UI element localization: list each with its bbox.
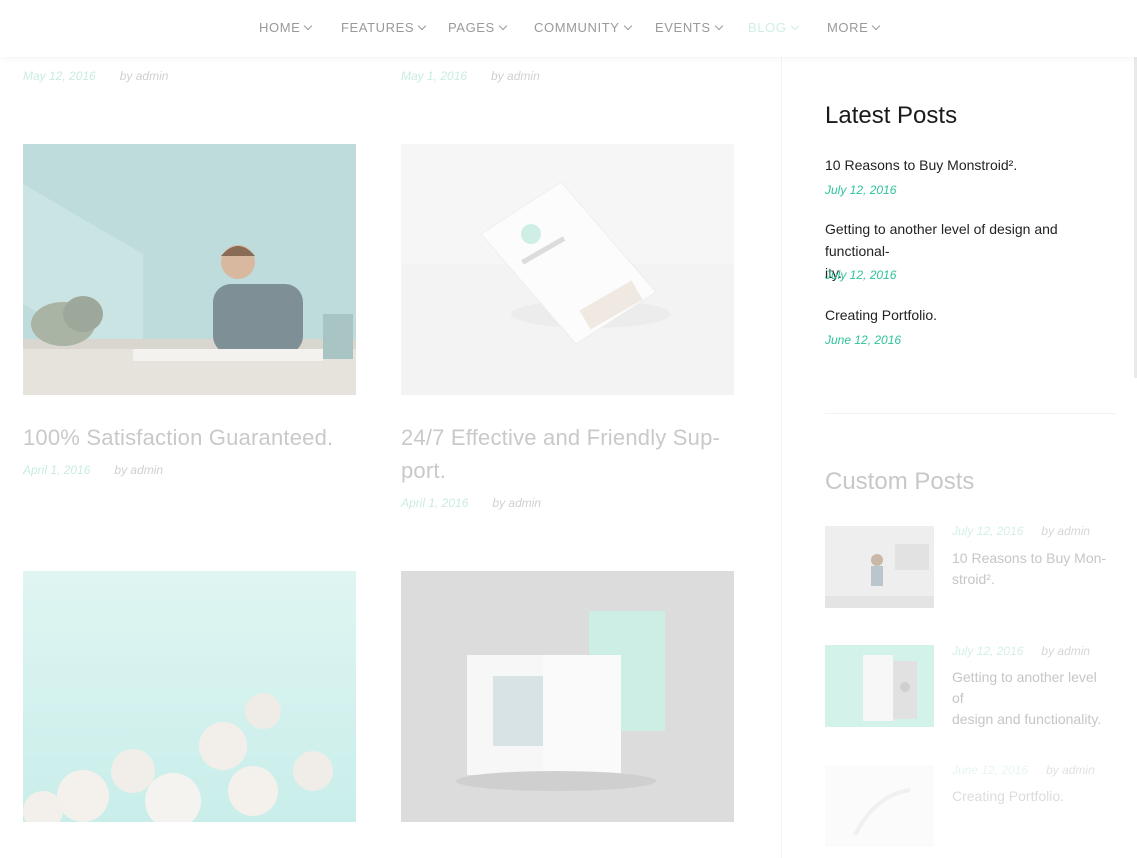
custom-post-title-line: Getting to another level of [952, 669, 1097, 706]
thumbnail-image [825, 645, 934, 727]
sidebar-divider [825, 413, 1115, 414]
chevron-down-icon [417, 21, 427, 31]
custom-post-thumbnail[interactable] [825, 526, 934, 608]
custom-post-title-line: stroid². [952, 571, 995, 587]
chevron-down-icon [714, 21, 723, 31]
nav-item-features[interactable]: FEATURES [341, 20, 427, 35]
custom-post-meta: July 12, 2016 by admin [952, 524, 1090, 538]
post-image-sky-flowers[interactable] [23, 571, 356, 822]
post-title-line: 24/7 Effective and Friendly Sup- [401, 425, 721, 450]
chevron-down-icon [790, 21, 799, 31]
post-date[interactable]: April 1, 2016 [401, 496, 468, 510]
nav-item-label: BLOG [748, 20, 787, 35]
custom-post-author[interactable]: by admin [1041, 524, 1090, 538]
nav-item-more[interactable]: MORE [827, 20, 881, 35]
custom-post-title-line: Creating Portfolio. [952, 788, 1065, 804]
custom-post-thumbnail[interactable] [825, 645, 934, 727]
post-image [23, 144, 356, 395]
custom-post-date[interactable]: July 12, 2016 [952, 644, 1023, 658]
nav-item-label: HOME [259, 20, 301, 35]
nav-item-blog[interactable]: BLOG [748, 20, 799, 35]
latest-post-date[interactable]: July 12, 2016 [825, 183, 896, 197]
post-image [401, 571, 734, 822]
custom-posts-heading: Custom Posts [825, 468, 975, 495]
latest-post-link[interactable]: Creating Portfolio. [825, 304, 1115, 326]
top-navigation: HOME FEATURES PAGES COMMUNITY EVENTS BLO… [0, 0, 1137, 57]
latest-posts-heading: Latest Posts [825, 102, 958, 129]
post-title-text: 100% Satisfaction Guaranteed. [23, 425, 334, 450]
sidebar: Latest Posts 10 Reasons to Buy Monstroid… [825, 0, 1115, 858]
post-title[interactable]: 24/7 Effective and Friendly Sup- port. [401, 421, 741, 487]
post-meta: April 1, 2016 by admin [23, 463, 163, 477]
nav-item-community[interactable]: COMMUNITY [534, 20, 632, 35]
post-meta: April 1, 2016 by admin [401, 496, 541, 510]
custom-post-author[interactable]: by admin [1041, 644, 1090, 658]
post-title-line: port. [401, 458, 447, 483]
custom-post-title-line: design and functionality. [952, 711, 1102, 727]
chevron-down-icon [304, 21, 313, 31]
nav-item-label: EVENTS [655, 20, 711, 35]
post-author[interactable]: by admin [491, 69, 540, 83]
post-date[interactable]: May 1, 2016 [401, 69, 467, 83]
custom-post-thumbnail[interactable] [825, 765, 934, 847]
latest-post-title-line: Getting to another level of design and f… [825, 221, 1058, 259]
post-image [23, 571, 356, 822]
chevron-down-icon [623, 21, 632, 31]
custom-post-author[interactable]: by admin [1046, 763, 1095, 777]
nav-item-label: MORE [827, 20, 869, 35]
chevron-down-icon [498, 21, 508, 31]
thumbnail-image [825, 765, 934, 847]
post-image-brochure[interactable] [401, 144, 734, 395]
custom-post-title[interactable]: Getting to another level of design and f… [952, 667, 1110, 730]
post-author[interactable]: by admin [492, 496, 541, 510]
post-date[interactable]: May 12, 2016 [23, 69, 96, 83]
post-image [401, 144, 734, 395]
custom-post-meta: June 12, 2016 by admin [952, 763, 1095, 777]
nav-item-label: PAGES [448, 20, 495, 35]
post-image-man-at-desk[interactable] [23, 144, 356, 395]
blog-post-grid: May 12, 2016 by admin May 1, 2016 by admin [0, 0, 781, 858]
post-author[interactable]: by admin [120, 69, 169, 83]
custom-post-meta: July 12, 2016 by admin [952, 644, 1090, 658]
custom-post-title[interactable]: Creating Portfolio. [952, 786, 1110, 807]
custom-post-date[interactable]: June 12, 2016 [952, 763, 1028, 777]
custom-post-date[interactable]: July 12, 2016 [952, 524, 1023, 538]
nav-item-events[interactable]: EVENTS [655, 20, 723, 35]
nav-item-label: FEATURES [341, 20, 415, 35]
post-date[interactable]: April 1, 2016 [23, 463, 90, 477]
nav-item-label: COMMUNITY [534, 20, 620, 35]
latest-post-date[interactable]: June 12, 2016 [825, 333, 901, 347]
post-meta: May 12, 2016 by admin [23, 69, 168, 83]
custom-post-title[interactable]: 10 Reasons to Buy Mon- stroid². [952, 548, 1110, 590]
post-author[interactable]: by admin [114, 463, 163, 477]
column-divider [781, 57, 782, 858]
thumbnail-image [825, 526, 934, 608]
custom-post-title-line: 10 Reasons to Buy Mon- [952, 550, 1107, 566]
post-meta: May 1, 2016 by admin [401, 69, 540, 83]
latest-post-date[interactable]: July 12, 2016 [825, 268, 896, 282]
post-image-magazines[interactable] [401, 571, 734, 822]
chevron-down-icon [872, 21, 881, 31]
nav-item-pages[interactable]: PAGES [448, 20, 508, 35]
latest-post-link[interactable]: 10 Reasons to Buy Monstroid². [825, 154, 1115, 176]
nav-menu: HOME FEATURES PAGES COMMUNITY EVENTS BLO… [0, 0, 1137, 57]
nav-item-home[interactable]: HOME [259, 20, 313, 35]
post-title[interactable]: 100% Satisfaction Guaranteed. [23, 421, 363, 454]
